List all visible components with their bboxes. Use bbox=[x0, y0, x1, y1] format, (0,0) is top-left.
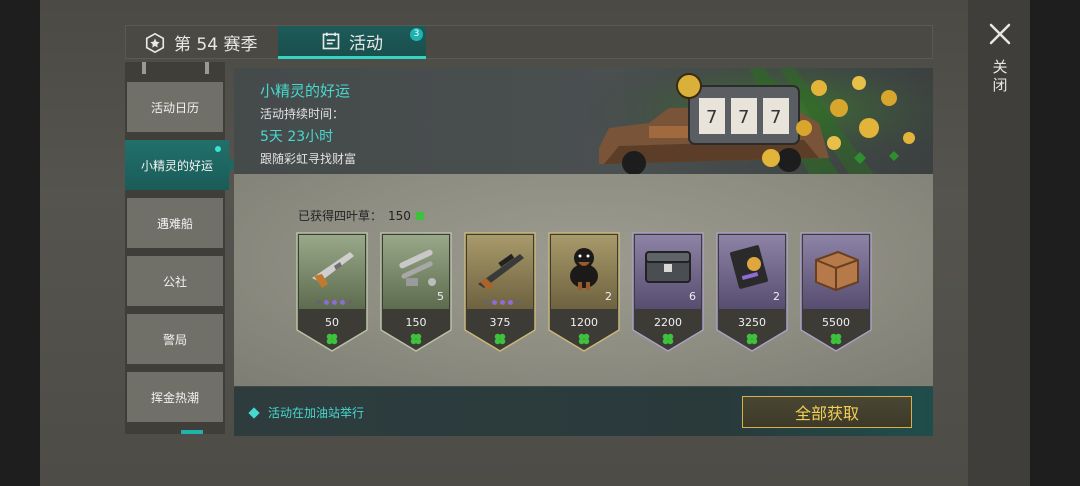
location-note: 活动在加油站举行 bbox=[248, 404, 365, 421]
svg-text:7: 7 bbox=[706, 107, 717, 128]
scroll-stub bbox=[142, 62, 146, 74]
sidebar-item-calendar[interactable]: 活动日历 bbox=[127, 82, 223, 132]
clover-icon bbox=[830, 333, 842, 345]
close-button[interactable]: 关闭 bbox=[984, 20, 1016, 110]
rarity-dots bbox=[316, 300, 353, 305]
reward-cost: 1200 bbox=[570, 316, 598, 329]
reward-cost: 2200 bbox=[654, 316, 682, 329]
event-banner: 小精灵的好运 活动持续时间： 5天 23小时 跟随彩虹寻找财富 7 7 7 bbox=[234, 68, 933, 174]
panel-footer: 活动在加油站举行 全部获取 bbox=[234, 386, 933, 436]
duration-label: 活动持续时间： bbox=[260, 107, 345, 121]
rifle-icon bbox=[478, 253, 524, 290]
claim-all-button[interactable]: 全部获取 bbox=[742, 396, 912, 428]
notification-badge: 3 bbox=[410, 28, 423, 41]
clover-icon bbox=[746, 333, 758, 345]
close-icon bbox=[989, 23, 1011, 45]
clover-icon bbox=[662, 333, 674, 345]
tab-season[interactable]: 第 54 赛季 bbox=[144, 26, 257, 59]
sidebar-item-label: 挥金热潮 bbox=[150, 390, 199, 405]
clover-icon bbox=[578, 333, 590, 345]
new-dot bbox=[215, 146, 221, 152]
sidebar-item-label: 遇难船 bbox=[156, 216, 193, 231]
duration-value: 5天 23小时 bbox=[260, 129, 334, 145]
sidebar-item-label: 警局 bbox=[162, 332, 187, 347]
sidebar-item-commune[interactable]: 公社 bbox=[127, 256, 223, 306]
police-badge-wallet-icon bbox=[730, 245, 768, 289]
sidebar-item-shipwreck[interactable]: 遇难船 bbox=[127, 198, 223, 248]
shotgun-icon bbox=[312, 252, 354, 288]
reward-card-police-badge-wallet[interactable]: 2 3250 bbox=[716, 232, 788, 352]
tab-season-label: 第 54 赛季 bbox=[174, 35, 258, 55]
sidebar-item-police[interactable]: 警局 bbox=[127, 314, 223, 364]
sidebar-item-leprechaun-luck[interactable]: 小精灵的好运 bbox=[125, 140, 237, 190]
svg-text:7: 7 bbox=[770, 107, 781, 128]
sidebar-item-label: 小精灵的好运 bbox=[140, 158, 213, 173]
reward-quantity: 2 bbox=[773, 290, 780, 303]
sidebar-scrollbar[interactable] bbox=[181, 430, 203, 434]
clover-icon bbox=[494, 333, 506, 345]
reward-area: 已获得四叶草： 150 50 5 150 375 2 1200 6 2200 2 3250 5500 bbox=[234, 174, 933, 386]
reward-quantity: 2 bbox=[605, 290, 612, 303]
reward-card-rottweiler-dog[interactable]: 2 1200 bbox=[548, 232, 620, 352]
tab-activity-label: 活动 bbox=[349, 33, 383, 54]
tab-activity[interactable]: 活动 bbox=[278, 26, 426, 59]
clover-count: 150 bbox=[388, 208, 411, 223]
clover-counter-label: 已获得四叶草： bbox=[298, 209, 383, 223]
reward-card-ammo-chest[interactable]: 6 2200 bbox=[632, 232, 704, 352]
sidebar-item-label: 活动日历 bbox=[150, 100, 199, 115]
clover-icon bbox=[415, 211, 425, 220]
clover-icon bbox=[410, 333, 422, 345]
sidebar-item-gold-rush[interactable]: 挥金热潮 bbox=[127, 372, 223, 422]
sidebar-item-label: 公社 bbox=[162, 274, 187, 289]
reward-cost: 50 bbox=[325, 316, 339, 329]
reward-cost: 150 bbox=[405, 316, 427, 329]
tab-bar: 第 54 赛季 活动 3 bbox=[125, 25, 933, 59]
rottweiler-dog-icon bbox=[570, 248, 598, 290]
svg-text:7: 7 bbox=[738, 107, 749, 128]
reward-card-shotgun[interactable]: 50 bbox=[296, 232, 368, 352]
activity-list[interactable]: 活动日历 小精灵的好运 遇难船 公社 警局 挥金热潮 bbox=[125, 62, 237, 434]
reward-quantity: 6 bbox=[689, 290, 696, 303]
wooden-crate-icon bbox=[815, 250, 859, 292]
reward-card-weapon-parts[interactable]: 5 150 bbox=[380, 232, 452, 352]
calendar-icon bbox=[322, 32, 340, 50]
ammo-chest-icon bbox=[645, 251, 691, 283]
scroll-stub bbox=[205, 62, 209, 74]
reward-cost: 375 bbox=[489, 316, 511, 329]
diamond-icon bbox=[248, 406, 260, 419]
reward-cost: 3250 bbox=[738, 316, 766, 329]
slot-machine-truck-image: 7 7 7 bbox=[589, 68, 933, 174]
close-label: 关闭 bbox=[992, 58, 1008, 94]
weapon-parts-icon bbox=[399, 249, 436, 286]
event-title: 小精灵的好运 bbox=[260, 82, 351, 100]
clover-counter: 已获得四叶草： 150 bbox=[298, 207, 426, 224]
reward-card-rifle[interactable]: 375 bbox=[464, 232, 536, 352]
rarity-dots bbox=[484, 300, 521, 305]
reward-card-wooden-crate[interactable]: 5500 bbox=[800, 232, 872, 352]
season-badge-icon bbox=[145, 32, 165, 53]
clover-icon bbox=[326, 333, 338, 345]
event-description: 跟随彩虹寻找财富 bbox=[260, 152, 357, 166]
location-note-text: 活动在加油站举行 bbox=[268, 406, 365, 420]
reward-cost: 5500 bbox=[822, 316, 850, 329]
event-panel: 小精灵的好运 活动持续时间： 5天 23小时 跟随彩虹寻找财富 7 7 7 已获… bbox=[234, 68, 933, 436]
reward-quantity: 5 bbox=[437, 290, 444, 303]
